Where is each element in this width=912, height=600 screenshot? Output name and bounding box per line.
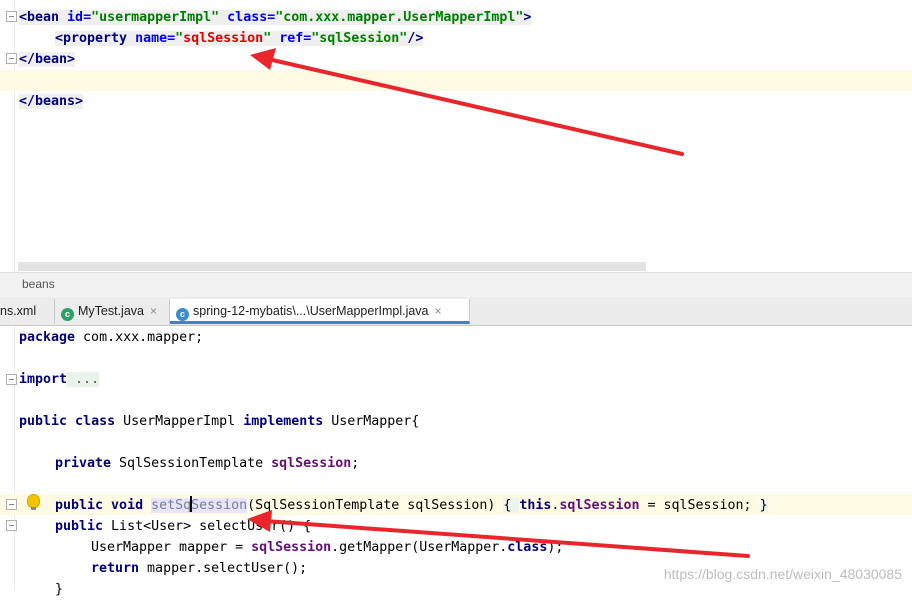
- java-editor[interactable]: package com.xxx.mapper; import ... publi…: [0, 326, 912, 597]
- tab-label: MyTest.java: [78, 304, 144, 318]
- fold-marker-icon[interactable]: [6, 499, 17, 510]
- xml-editor[interactable]: <bean id="usermapperImpl" class="com.xxx…: [0, 0, 912, 272]
- breadcrumb-item[interactable]: beans: [22, 277, 55, 291]
- xml-property-line: <property name="sqlSession" ref="sqlSess…: [55, 31, 424, 46]
- tab-label: spring-12-mybatis\...\UserMapperImpl.jav…: [193, 304, 429, 318]
- lightbulb-icon[interactable]: [27, 494, 40, 510]
- watermark: https://blog.csdn.net/weixin_48030085: [663, 566, 902, 582]
- tab-beans-xml[interactable]: ns.xml: [0, 299, 55, 324]
- gutter-divider: [14, 0, 15, 272]
- current-line-highlight: [0, 70, 912, 91]
- xml-bean-close-line: </bean>: [19, 52, 76, 67]
- fold-marker-icon[interactable]: [6, 53, 17, 64]
- return-line: return mapper.selectUser();: [91, 561, 308, 576]
- fold-marker-icon[interactable]: [6, 520, 17, 531]
- xml-bean-open-line: <bean id="usermapperImpl" class="com.xxx…: [19, 10, 532, 25]
- select-user-method-line: public List<User> selectUser() {: [55, 519, 312, 534]
- setter-method-line: public void setSqSession(SqlSessionTempl…: [55, 496, 768, 513]
- close-icon[interactable]: ×: [150, 304, 157, 318]
- breadcrumb: beans: [0, 272, 912, 298]
- tab-label: ns.xml: [0, 304, 37, 318]
- import-fold-placeholder[interactable]: ...: [67, 372, 100, 387]
- class-declaration-line: public class UserMapperImpl implements U…: [19, 414, 420, 429]
- close-icon[interactable]: ×: [435, 304, 442, 318]
- tab-mytest-java[interactable]: c MyTest.java ×: [55, 299, 170, 324]
- import-line: import ...: [19, 372, 100, 387]
- get-mapper-line: UserMapper mapper = sqlSession.getMapper…: [91, 540, 564, 555]
- editor-tab-bar: ns.xml c MyTest.java × c spring-12-mybatis\…: [0, 297, 912, 326]
- java-class-test-icon: c: [61, 308, 74, 321]
- horizontal-scrollbar[interactable]: [18, 262, 646, 271]
- xml-beans-close-line: </beans>: [19, 94, 84, 109]
- package-line: package com.xxx.mapper;: [19, 330, 204, 345]
- fold-marker-icon[interactable]: [6, 11, 17, 22]
- unused-method-name[interactable]: setSqSession: [151, 496, 248, 513]
- field-declaration-line: private SqlSessionTemplate sqlSession;: [55, 456, 360, 471]
- java-class-icon: c: [176, 308, 189, 321]
- tab-usermapperimpl-java[interactable]: c spring-12-mybatis\...\UserMapperImpl.ja…: [170, 299, 470, 324]
- fold-marker-icon[interactable]: [6, 374, 17, 385]
- gutter-divider: [14, 326, 15, 590]
